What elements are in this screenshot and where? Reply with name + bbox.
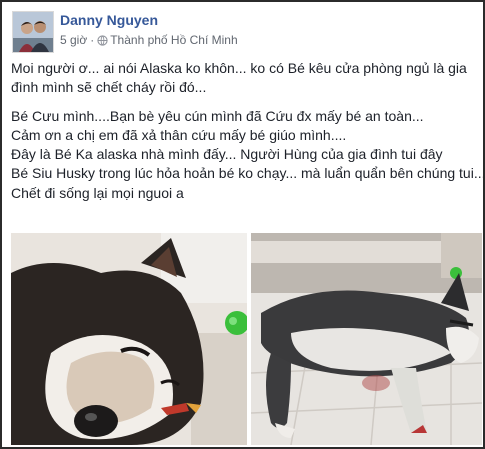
post-body: Moi người ơ... ai nói Alaska ko khôn... …	[11, 59, 485, 212]
post-photo-alaska[interactable]	[11, 233, 247, 445]
avatar[interactable]	[12, 11, 54, 53]
author-name[interactable]: Danny Nguyen	[60, 12, 158, 28]
post-line: Cảm ơn a chị em đã xả thân cứu mấy bé gi…	[11, 126, 347, 143]
post-location[interactable]: Thành phố Hồ Chí Minh	[110, 33, 237, 47]
post-card: Danny Nguyen 5 giờ · Thành phố Hồ Chí Minh…	[0, 0, 485, 449]
post-photo-husky[interactable]	[251, 233, 482, 445]
post-meta: 5 giờ · Thành phố Hồ Chí Minh	[60, 33, 238, 49]
post-line: Bé Siu Husky trong lúc hỏa hoản bé ko ch…	[11, 165, 485, 182]
post-time[interactable]: 5 giờ	[60, 33, 87, 47]
post-line: đình mình sẽ chết cháy rồi đó...	[11, 79, 207, 96]
post-line: Đây là Bé Ka alaska nhà mình đấy... Ngườ…	[11, 146, 443, 163]
post-paragraph: Moi người ơ... ai nói Alaska ko khôn... …	[11, 59, 481, 98]
post-line: Moi người ơ... ai nói Alaska ko khôn... …	[11, 60, 467, 76]
post-line: Chết đi sống lại mọi nguoi a	[11, 184, 184, 201]
meta-separator: ·	[90, 33, 95, 47]
post-line: Bé Cưu mình....Bạn bè yêu cún mình đã Cứ…	[11, 107, 424, 124]
post-header: Danny Nguyen 5 giờ · Thành phố Hồ Chí Minh	[8, 8, 468, 53]
globe-icon	[97, 35, 108, 49]
post-paragraph: Bé Cưu mình....Bạn bè yêu cún mình đã Cứ…	[11, 107, 485, 203]
